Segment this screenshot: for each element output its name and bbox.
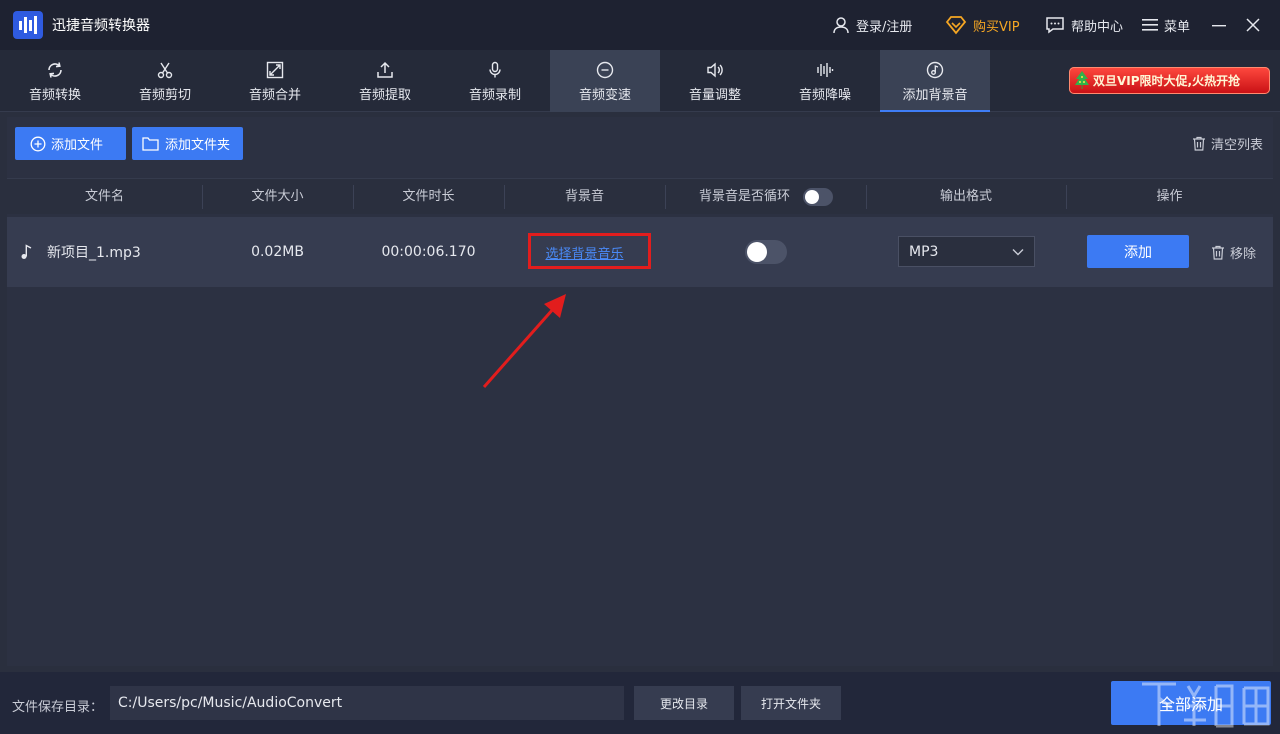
folder-icon bbox=[142, 137, 159, 151]
chat-bubble-icon bbox=[1046, 17, 1064, 34]
tab-label: 音频变速 bbox=[578, 88, 631, 103]
tab-label: 音量调整 bbox=[688, 88, 741, 103]
trash-icon bbox=[1212, 245, 1224, 260]
column-header-bgm: 背景音 bbox=[564, 189, 604, 204]
tab-label: 音频合并 bbox=[248, 88, 301, 103]
change-directory-button[interactable]: 更改目录 bbox=[634, 686, 734, 720]
minimize-button[interactable] bbox=[1208, 14, 1230, 36]
toggle-knob bbox=[805, 190, 819, 204]
add-file-button[interactable]: 添加文件 bbox=[15, 127, 126, 160]
menu-button[interactable]: 菜单 bbox=[1142, 13, 1190, 37]
tab-audio-record[interactable]: 音频录制 bbox=[440, 50, 550, 112]
annotation-highlight-box bbox=[528, 233, 651, 269]
promo-banner[interactable]: 双旦VIP限时大促,火热开抢 bbox=[1069, 67, 1270, 94]
login-label: 登录/注册 bbox=[856, 19, 913, 35]
tab-audio-extract[interactable]: 音频提取 bbox=[330, 50, 440, 112]
christmas-tree-icon bbox=[1075, 71, 1089, 89]
tab-audio-cut[interactable]: 音频剪切 bbox=[110, 50, 220, 112]
minimize-icon bbox=[1212, 25, 1226, 27]
music-file-icon bbox=[21, 244, 32, 259]
buy-vip-button[interactable]: 购买VIP bbox=[945, 13, 1020, 37]
footer-bar: 文件保存目录： 更改目录 打开文件夹 全部添加 bbox=[0, 672, 1280, 734]
tab-audio-merge[interactable]: 音频合并 bbox=[220, 50, 330, 112]
size-cell: 0.02MB bbox=[251, 244, 304, 260]
help-center-button[interactable]: 帮助中心 bbox=[1045, 13, 1123, 37]
annotation-arrow bbox=[482, 294, 566, 388]
merge-icon bbox=[266, 61, 284, 79]
duration-cell: 00:00:06.170 bbox=[381, 244, 476, 260]
promo-text: 双旦VIP限时大促,火热开抢 bbox=[1093, 74, 1241, 88]
add-folder-label: 添加文件夹 bbox=[165, 138, 231, 153]
scissors-icon bbox=[157, 62, 173, 79]
refresh-icon bbox=[48, 62, 62, 78]
help-label: 帮助中心 bbox=[1071, 19, 1124, 35]
add-file-label: 添加文件 bbox=[51, 138, 104, 153]
tab-label: 音频剪切 bbox=[138, 88, 191, 103]
column-header-actions: 操作 bbox=[1156, 189, 1183, 204]
save-directory-label: 文件保存目录： bbox=[12, 700, 104, 715]
title-bar: 迅捷音频转换器 登录/注册 购买VIP 帮助中心 菜单 bbox=[0, 0, 1280, 50]
remove-label: 移除 bbox=[1230, 246, 1257, 262]
tab-label: 音频转换 bbox=[28, 88, 81, 103]
tab-label: 音频录制 bbox=[468, 88, 521, 103]
save-directory-input[interactable] bbox=[110, 686, 624, 720]
loop-all-toggle[interactable] bbox=[803, 188, 833, 206]
tab-volume-adjust[interactable]: 音量调整 bbox=[660, 50, 770, 112]
open-folder-button[interactable]: 打开文件夹 bbox=[741, 686, 841, 720]
menu-label: 菜单 bbox=[1164, 19, 1191, 35]
close-button[interactable] bbox=[1242, 14, 1264, 36]
loop-toggle[interactable] bbox=[745, 240, 787, 264]
column-header-loop: 背景音是否循环 bbox=[698, 189, 790, 204]
tab-label: 音频降噪 bbox=[798, 88, 851, 103]
app-title: 迅捷音频转换器 bbox=[52, 18, 150, 34]
tab-add-background-music[interactable]: 添加背景音 bbox=[880, 50, 990, 112]
app-logo-icon bbox=[13, 11, 43, 39]
file-list-panel: 添加文件 添加文件夹 清空列表 文件名 文件大小 文件时长 背景音 背景音是否循… bbox=[7, 117, 1273, 666]
clear-list-label: 清空列表 bbox=[1210, 138, 1263, 153]
column-header-size: 文件大小 bbox=[251, 189, 304, 204]
filename-text: 新项目_1.mp3 bbox=[47, 245, 141, 261]
vip-label: 购买VIP bbox=[973, 19, 1020, 35]
watermark-logo bbox=[1142, 682, 1270, 728]
tab-noise-reduce[interactable]: 音频降噪 bbox=[770, 50, 880, 112]
column-header-duration: 文件时长 bbox=[402, 189, 455, 204]
remove-button[interactable]: 移除 bbox=[1211, 217, 1256, 287]
speaker-icon bbox=[707, 62, 723, 78]
add-folder-button[interactable]: 添加文件夹 bbox=[132, 127, 243, 160]
column-header-format: 输出格式 bbox=[939, 189, 992, 204]
filename-cell: 新项目_1.mp3 bbox=[20, 217, 141, 287]
toggle-knob bbox=[747, 242, 767, 262]
trash-icon bbox=[1192, 136, 1205, 151]
plus-circle-icon bbox=[30, 136, 46, 151]
vip-diamond-icon bbox=[945, 16, 967, 35]
waveform-icon bbox=[817, 63, 834, 77]
upload-icon bbox=[377, 61, 393, 78]
tab-label: 音频提取 bbox=[358, 88, 411, 103]
tab-audio-convert[interactable]: 音频转换 bbox=[0, 50, 110, 112]
login-button[interactable]: 登录/注册 bbox=[832, 13, 912, 37]
close-icon bbox=[1246, 18, 1260, 32]
column-divider bbox=[665, 185, 666, 209]
tab-audio-speed[interactable]: 音频变速 bbox=[550, 50, 660, 112]
column-header-filename: 文件名 bbox=[84, 189, 124, 204]
chevron-down-icon bbox=[1012, 249, 1024, 256]
speed-icon bbox=[596, 61, 614, 79]
output-format-value: MP3 bbox=[909, 243, 939, 260]
clear-list-button[interactable]: 清空列表 bbox=[1192, 134, 1263, 153]
microphone-icon bbox=[489, 61, 501, 78]
tab-label: 添加背景音 bbox=[902, 88, 968, 103]
table-row: 新项目_1.mp3 0.02MB 00:00:06.170 选择背景音乐 MP3… bbox=[7, 217, 1273, 287]
table-header: 文件名 文件大小 文件时长 背景音 背景音是否循环 输出格式 操作 bbox=[7, 178, 1273, 214]
add-button[interactable]: 添加 bbox=[1087, 235, 1189, 268]
music-note-icon bbox=[926, 61, 944, 79]
hamburger-icon bbox=[1142, 19, 1158, 31]
user-icon bbox=[833, 17, 849, 34]
output-format-select[interactable]: MP3 bbox=[898, 236, 1035, 267]
